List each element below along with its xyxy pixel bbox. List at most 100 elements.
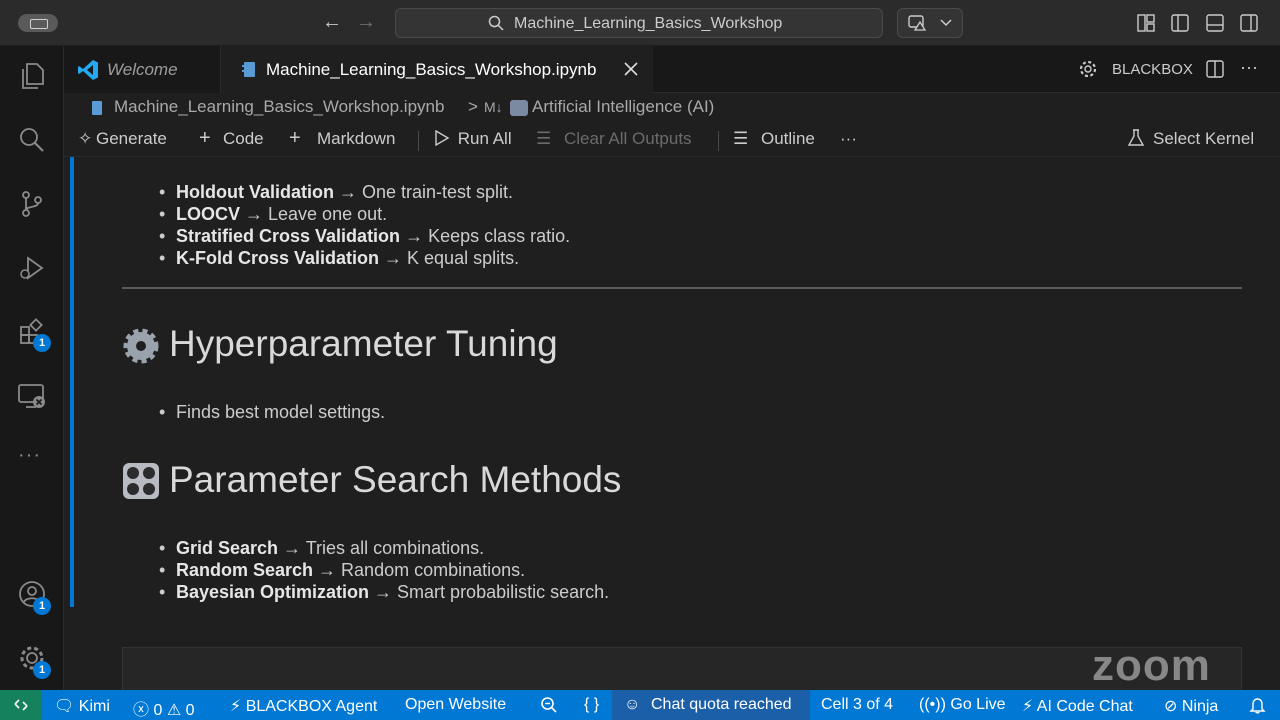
open-website-status[interactable]: Open Website [405,696,506,714]
list-item: • LOOCV → Leave one out. [159,204,388,224]
gear-icon[interactable] [1078,59,1098,79]
horizontal-rule [122,287,1242,289]
copilot-icon [908,15,927,31]
notebook-toolbar: ✧ Generate + Code + Markdown Run All ☰ Clear… [64,123,1280,157]
plus-icon: + [199,127,211,149]
ninja-status[interactable]: ⊘ Ninja [1164,696,1218,716]
more-views-icon[interactable]: ··· [18,444,41,467]
vscode-logo-icon [78,60,98,80]
generate-button[interactable]: ✧ Generate [78,129,167,149]
split-editor-icon[interactable] [1205,59,1225,79]
heading-hyperparameter-tuning: Hyperparameter Tuning [169,323,558,364]
chat-icon: 🗨 [54,698,75,715]
broadcast-icon: ((•)) [919,696,946,713]
markdown-icon: M↓ [484,99,503,115]
run-all-button[interactable]: Run All [433,129,512,149]
select-kernel-button[interactable]: Select Kernel [1127,129,1254,149]
heading-parameter-search-methods: Parameter Search Methods [169,459,622,500]
settings-badge: 1 [33,661,51,679]
ai-code-chat-status[interactable]: ⚡ AI Code Chat [1022,696,1133,716]
list-item: • Grid Search → Tries all combinations. [159,538,485,558]
list-icon: ☰ [733,129,749,148]
search-icon [488,15,504,31]
error-icon: ⓧ [133,702,150,719]
add-code-cell-button[interactable]: + Code [199,127,264,149]
toggle-primary-sidebar-icon[interactable] [1170,13,1190,33]
command-center-search[interactable]: Machine_Learning_Basics_Workshop [395,8,883,38]
go-live-status[interactable]: ((•)) Go Live [919,696,1006,714]
add-markdown-cell-button[interactable]: + Markdown [289,127,395,149]
bell-icon[interactable] [1249,697,1266,714]
lightning-icon: ⚡ [1022,698,1034,715]
clear-all-outputs-button[interactable]: ☰ Clear All Outputs [536,129,692,149]
close-icon[interactable] [624,62,638,76]
toolbar-divider [418,131,419,151]
list-item: • Stratified Cross Validation → Keeps cla… [159,226,571,246]
tab-welcome-label: Welcome [107,60,178,79]
kimi-status[interactable]: 🗨 Kimi [54,696,110,716]
layout-panels-icon[interactable] [1136,13,1156,33]
run-debug-icon[interactable] [16,252,48,284]
command-center-text: Machine_Learning_Basics_Workshop [514,15,783,32]
search-icon[interactable] [16,124,48,156]
outline-button[interactable]: ☰ Outline [733,129,815,149]
tab-notebook-label: Machine_Learning_Basics_Workshop.ipynb [266,60,597,79]
plus-icon: + [289,127,301,149]
blackbox-agent-status[interactable]: ⚡ BLACKBOX Agent [230,696,377,716]
control-knobs-emoji-icon [123,463,159,499]
status-bar: 🗨 Kimi ⓧ 0 ⚠ 0 ⚡ BLACKBOX Agent Open Web… [0,690,1280,720]
clear-outputs-icon: ☰ [536,129,552,148]
lightning-icon: ⚡ [230,698,242,715]
list-item: • Random Search → Random combinations. [159,560,526,580]
zoom-watermark: zoom [1092,641,1211,690]
extensions-badge: 1 [33,334,51,352]
notebook-editor: • Holdout Validation → One train-test spl… [64,157,1280,697]
kernel-flask-icon [1127,129,1145,146]
run-all-icon [435,130,450,146]
breadcrumb-file[interactable]: Machine_Learning_Basics_Workshop.ipynb [114,97,444,117]
remote-indicator[interactable] [0,690,42,720]
breadcrumb: Machine_Learning_Basics_Workshop.ipynb >… [64,93,1280,123]
blackbox-label[interactable]: BLACKBOX [1112,61,1193,78]
copilot-icon: ☺ [624,696,641,713]
cell-position-status[interactable]: Cell 3 of 4 [821,696,893,714]
chevron-down-icon [940,19,952,27]
gear-emoji-icon [123,328,159,364]
notebook-file-icon [242,62,255,77]
list-item: • Bayesian Optimization → Smart probabili… [159,582,610,602]
tab-notebook[interactable]: Machine_Learning_Basics_Workshop.ipynb [221,46,653,93]
breadcrumb-section[interactable]: Artificial Intelligence (AI) [532,97,714,117]
list-item: • K-Fold Cross Validation → K equal split… [159,248,520,268]
back-arrow-icon[interactable]: ← [320,10,344,34]
tab-welcome[interactable]: Welcome [64,46,221,93]
warning-icon: ⚠ [166,702,182,719]
zoom-search-icon[interactable] [540,696,558,716]
json-braces-status[interactable]: { } [584,696,599,714]
activity-bar: 1 ··· 1 1 [0,46,64,690]
sidebar-toggle-icon[interactable] [18,14,58,32]
notebook-file-icon [92,101,102,115]
list-item: • Holdout Validation → One train-test spl… [159,182,514,202]
toggle-secondary-sidebar-icon[interactable] [1239,13,1259,33]
robot-icon [510,100,528,116]
source-control-icon[interactable] [16,188,48,220]
explorer-files-icon[interactable] [16,60,48,92]
forward-arrow-icon[interactable]: → [354,10,378,34]
title-bar: ← → Machine_Learning_Basics_Workshop [0,0,1280,46]
cell-focus-indicator [70,157,74,607]
breadcrumb-separator: > [468,97,478,116]
accounts-badge: 1 [33,597,51,615]
remote-explorer-icon[interactable] [16,380,48,412]
sparkle-icon: ✧ [78,129,93,148]
problems-status[interactable]: ⓧ 0 ⚠ 0 [133,696,195,720]
toolbar-divider [718,131,719,151]
editor-tabs: Welcome Machine_Learning_Basics_Workshop… [64,46,1280,93]
remote-icon [14,699,28,711]
chat-quota-status[interactable]: ☺ Chat quota reached [612,690,810,720]
eye-slash-icon: ⊘ [1164,698,1178,715]
toggle-panel-icon[interactable] [1205,13,1225,33]
copilot-button[interactable] [897,8,963,38]
list-item: • Finds best model settings. [159,402,386,422]
toolbar-more-button[interactable]: ··· [840,129,857,149]
more-actions-icon[interactable]: ··· [1240,57,1258,78]
